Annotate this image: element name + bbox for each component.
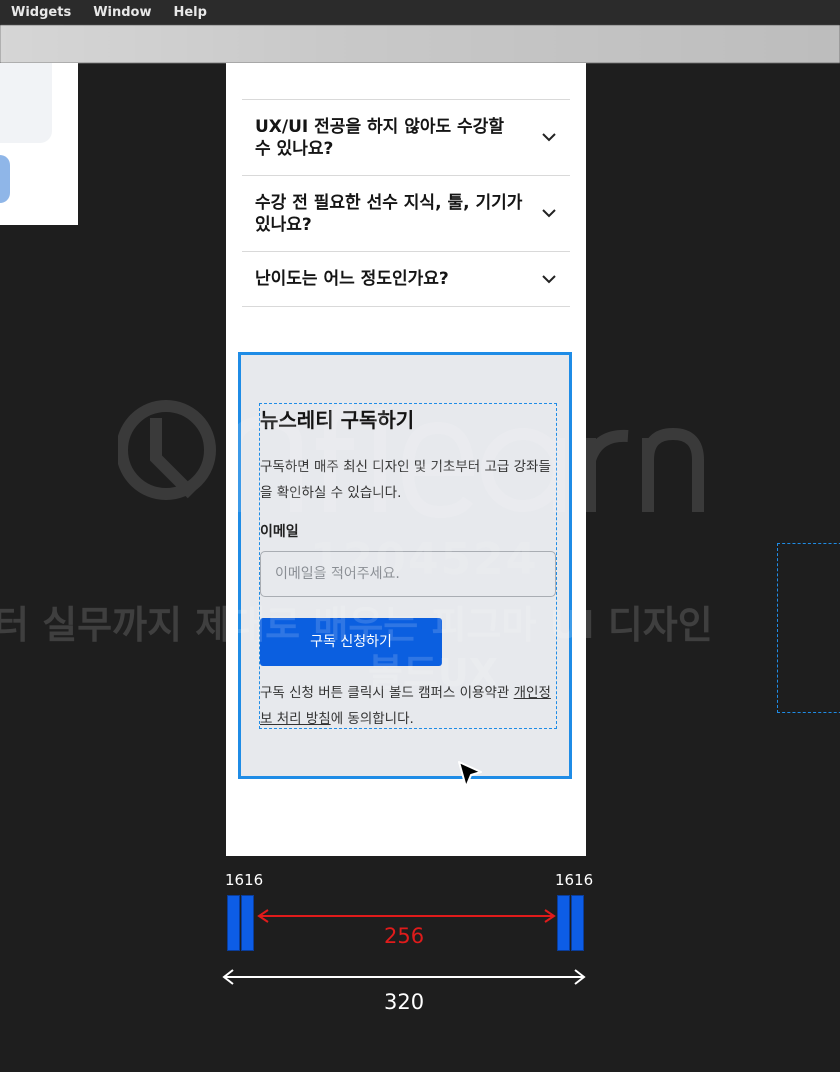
frame-width-arrow — [222, 969, 586, 985]
content-width-label: 256 — [384, 924, 425, 948]
measure-arrows — [222, 909, 586, 985]
frame-width-label: 320 — [384, 990, 425, 1014]
content-width-arrow — [257, 909, 556, 923]
